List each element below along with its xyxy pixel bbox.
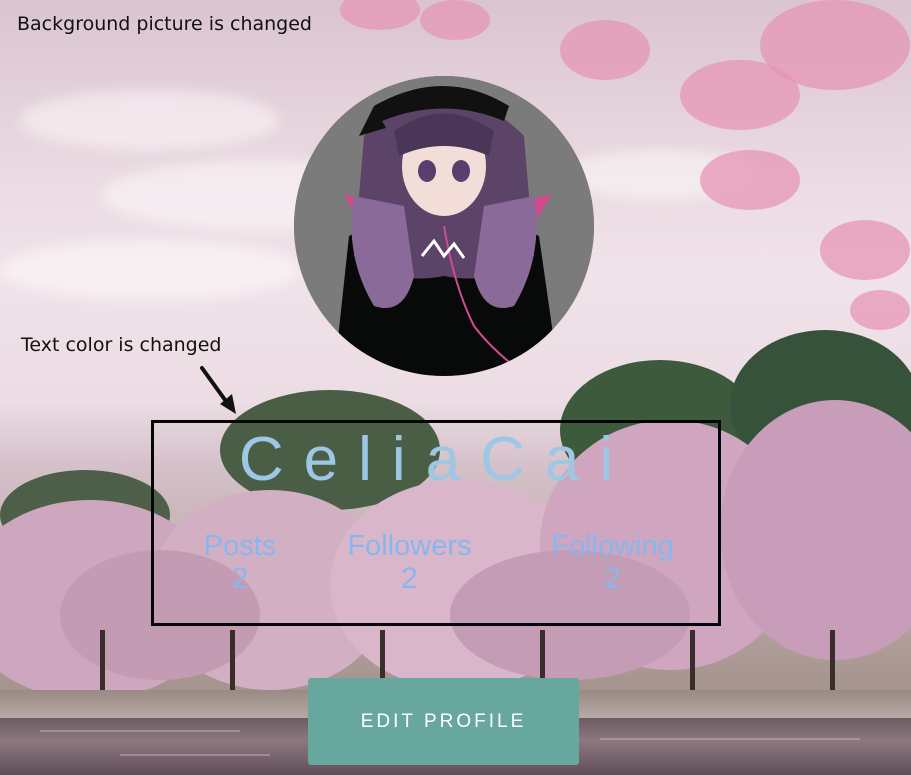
blossom-cluster [850,290,910,330]
stat-label: Following [551,530,674,562]
tree-trunk [830,630,835,690]
stat-label: Followers [347,530,472,562]
cloud [20,90,280,150]
avatar [294,76,594,376]
water-reflection [40,730,240,732]
stat-value: 2 [401,562,418,595]
water-reflection [600,738,860,740]
profile-name: CeliaCai [238,425,634,494]
arrow-down-right-icon [200,366,236,414]
tree-trunk [100,630,105,690]
tree-trunk [230,630,235,690]
blossom-cluster [700,150,800,210]
blossom-cluster [820,220,910,280]
blossom-cluster [760,0,910,90]
cloud [0,240,300,300]
stat-value: 2 [604,562,621,595]
stat-value: 2 [231,562,249,595]
avatar-illustration [294,76,594,376]
water-reflection [120,754,270,756]
text-color-change-note: Text color is changed [21,334,222,356]
stat-followers[interactable]: Followers 2 [322,530,497,596]
blossom-cluster [340,0,420,30]
stat-following[interactable]: Following 2 [525,530,700,596]
stat-posts[interactable]: Posts 2 [180,530,300,596]
stat-label: Posts [203,530,277,562]
tree-trunk [690,630,695,690]
blossom-cluster [420,0,490,40]
edit-profile-button[interactable]: EDIT PROFILE [308,678,579,765]
blossom-cluster [560,20,650,80]
background-change-note: Background picture is changed [17,13,312,35]
